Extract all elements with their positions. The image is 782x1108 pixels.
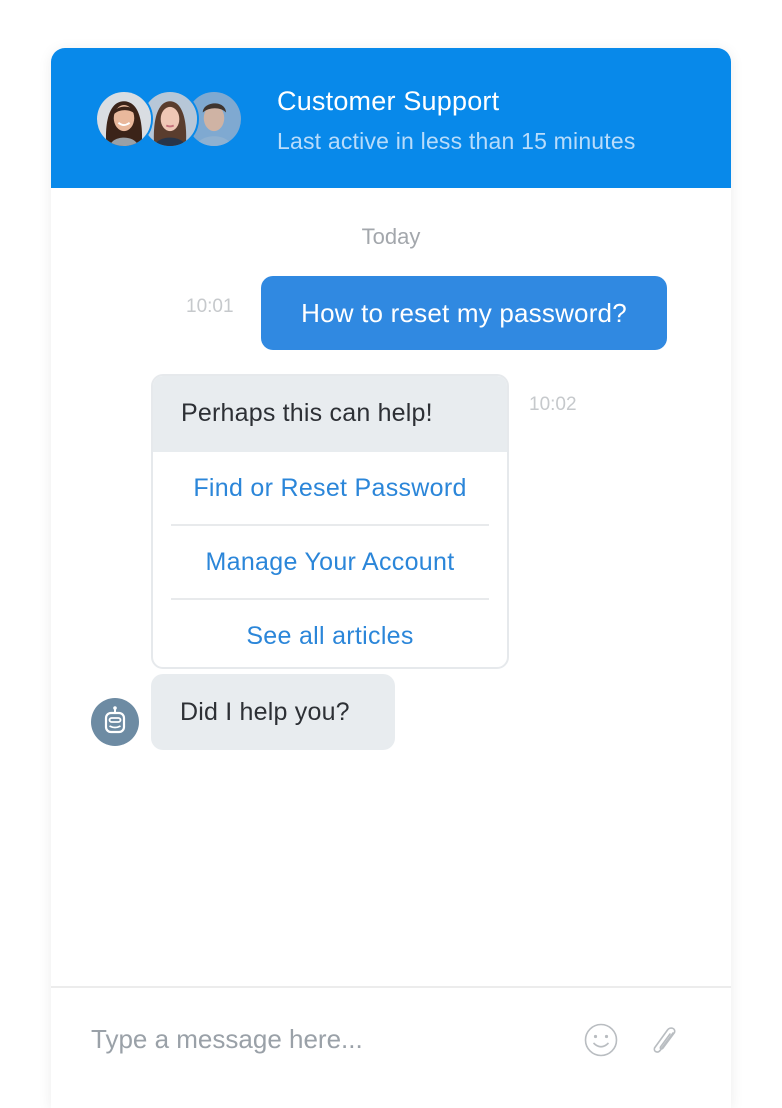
- agent-avatar-1: [95, 90, 153, 148]
- chat-widget: Customer Support Last active in less tha…: [51, 48, 731, 1108]
- header-title: Customer Support: [277, 86, 500, 116]
- agent-avatars: [95, 90, 245, 150]
- day-separator: Today: [361, 224, 421, 249]
- message-timestamp: 10:02: [529, 394, 577, 415]
- composer-divider: [51, 986, 731, 988]
- message-timestamp: 10:01: [186, 296, 234, 317]
- message-input[interactable]: [91, 1016, 571, 1062]
- header-subtitle: Last active in less than 15 minutes: [277, 128, 636, 154]
- bot-message-bubble: Did I help you?: [151, 674, 395, 750]
- article-link-manage-account[interactable]: Manage Your Account: [153, 526, 507, 598]
- chat-header: Customer Support Last active in less tha…: [51, 48, 731, 188]
- robot-icon: [91, 698, 139, 746]
- bot-message-text: Perhaps this can help!: [153, 376, 507, 452]
- emoji-icon[interactable]: [581, 1020, 621, 1060]
- user-message-bubble: How to reset my password?: [261, 276, 667, 350]
- paperclip-icon[interactable]: [645, 1020, 685, 1060]
- article-link-find-reset-password[interactable]: Find or Reset Password: [153, 452, 507, 524]
- article-link-see-all[interactable]: See all articles: [153, 600, 507, 667]
- bot-article-card: Perhaps this can help! Find or Reset Pas…: [151, 374, 509, 669]
